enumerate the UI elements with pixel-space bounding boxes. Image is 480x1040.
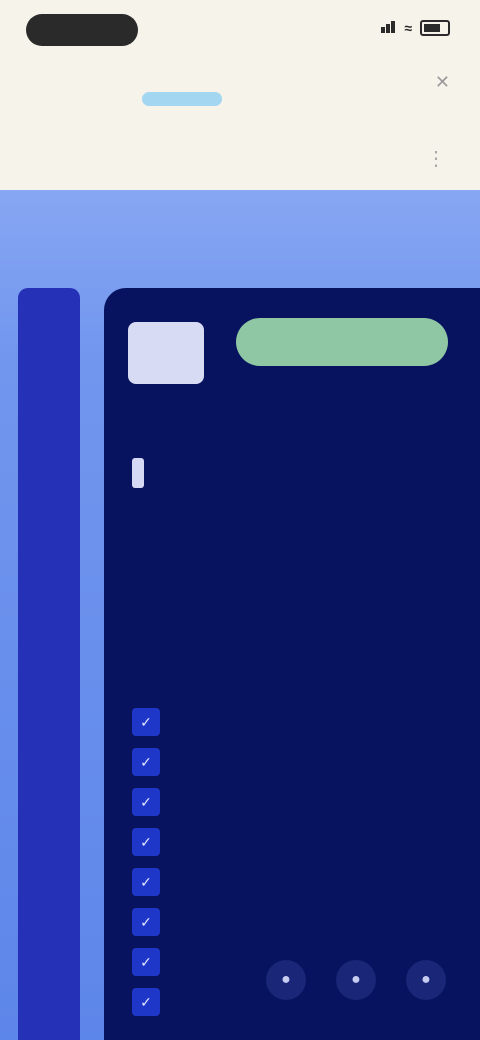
list-item: ✓ — [132, 902, 452, 942]
site-logo[interactable] — [24, 142, 100, 176]
address-bar[interactable]: ✕ — [0, 58, 480, 118]
card-logo — [128, 322, 204, 384]
social-icon[interactable]: ● — [336, 960, 376, 1000]
status-bar: ≈ — [0, 0, 480, 58]
check-icon: ✓ — [132, 988, 160, 1016]
check-icon: ✓ — [132, 908, 160, 936]
url-highlight — [142, 92, 222, 106]
list-item: ✓ — [132, 822, 452, 862]
check-icon: ✓ — [132, 948, 160, 976]
social-row: ● ● ● — [266, 960, 446, 1000]
list-item: ✓ — [132, 862, 452, 902]
site-header: ⋮ — [0, 130, 480, 188]
social-icon[interactable]: ● — [266, 960, 306, 1000]
check-icon: ✓ — [132, 788, 160, 816]
list-item: ✓ — [132, 702, 452, 742]
list-item: ✓ — [132, 782, 452, 822]
check-icon: ✓ — [132, 828, 160, 856]
signal-icon — [381, 20, 396, 36]
time-pill — [26, 14, 138, 46]
status-icons: ≈ — [381, 20, 450, 36]
check-icon: ✓ — [132, 748, 160, 776]
list-item: ✓ — [132, 742, 452, 782]
battery-icon — [420, 20, 450, 36]
close-icon[interactable]: ✕ — [435, 72, 450, 93]
social-icon[interactable]: ● — [406, 960, 446, 1000]
menu-icon[interactable]: ⋮ — [426, 146, 446, 171]
check-icon: ✓ — [132, 868, 160, 896]
card-badge[interactable] — [236, 318, 448, 366]
wifi-icon: ≈ — [404, 20, 412, 36]
card-title — [132, 456, 452, 490]
side-rail — [18, 288, 80, 1040]
check-icon: ✓ — [132, 708, 160, 736]
card-title-highlight — [132, 458, 144, 488]
